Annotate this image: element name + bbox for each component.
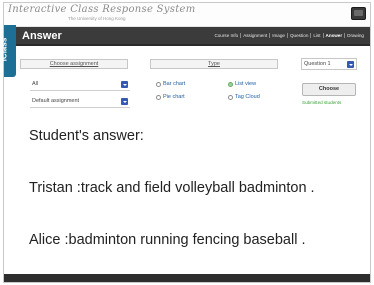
radio-button-icon — [156, 81, 161, 87]
answer-item: Tristan :track and field volleyball badm… — [29, 180, 315, 196]
answers-heading: Student's answer: — [29, 128, 144, 144]
type-option-label: Bar chart — [163, 81, 186, 87]
type-option-pie-chart[interactable]: Pie chart — [156, 94, 185, 100]
handheld-device-icon[interactable] — [351, 7, 366, 20]
type-option-label: Pie chart — [163, 94, 185, 100]
page-title: Answer — [22, 30, 62, 42]
course-select[interactable]: All — [30, 79, 130, 91]
radio-button-icon — [156, 94, 161, 100]
nav-links: Course Info Assignment Image Question Li… — [212, 33, 366, 38]
chevron-down-icon — [121, 81, 128, 88]
question-select-value: Question 1 — [304, 61, 331, 67]
nav-image[interactable]: Image — [269, 33, 287, 38]
brand-logo: Interactive Class Response System — [8, 4, 196, 15]
nav-assignment[interactable]: Assignment — [240, 33, 269, 38]
brand-subtitle: The University of Hong Kong — [68, 16, 126, 21]
nav-drawing[interactable]: Drawing — [344, 33, 366, 38]
nav-list[interactable]: List — [310, 33, 322, 38]
type-option-list-view[interactable]: List view — [228, 81, 256, 87]
iclass-side-tab[interactable]: iClass — [0, 25, 16, 77]
control-panel: Choose assignment Type All Default assig… — [20, 55, 360, 115]
answer-student: Alice — [29, 232, 61, 248]
nav-bar: Answer Course Info Assignment Image Ques… — [16, 27, 370, 46]
answer-text: badminton running fencing baseball . — [68, 232, 306, 248]
type-option-label: Tag Cloud — [235, 94, 260, 100]
choose-assignment-heading: Choose assignment — [20, 59, 128, 69]
radio-button-icon — [228, 81, 233, 87]
nav-question[interactable]: Question — [286, 33, 310, 38]
chevron-down-icon — [347, 61, 354, 68]
assignment-select[interactable]: Default assignment — [30, 96, 130, 108]
nav-course-info[interactable]: Course Info — [212, 33, 240, 38]
type-heading: Type — [150, 59, 278, 69]
type-option-bar-chart[interactable]: Bar chart — [156, 81, 185, 87]
choose-button[interactable]: Choose — [302, 83, 356, 96]
answer-text: track and field volleyball badminton . — [80, 180, 315, 196]
answer-student: Tristan — [29, 180, 73, 196]
submitted-students-status: Submitted students — [302, 100, 342, 105]
answer-item: Alice :badminton running fencing basebal… — [29, 232, 306, 248]
question-select[interactable]: Question 1 — [301, 58, 357, 70]
chevron-down-icon — [121, 98, 128, 105]
course-select-value: All — [32, 81, 39, 87]
nav-answer[interactable]: Answer — [322, 33, 345, 38]
footer-bar — [4, 274, 370, 282]
side-tab-label: iClass — [0, 37, 9, 62]
type-option-tag-cloud[interactable]: Tag Cloud — [228, 94, 260, 100]
assignment-select-value: Default assignment — [32, 98, 80, 104]
type-option-label: List view — [235, 81, 257, 87]
brand-header: Interactive Class Response System The Un… — [4, 3, 370, 27]
radio-button-icon — [228, 94, 233, 100]
